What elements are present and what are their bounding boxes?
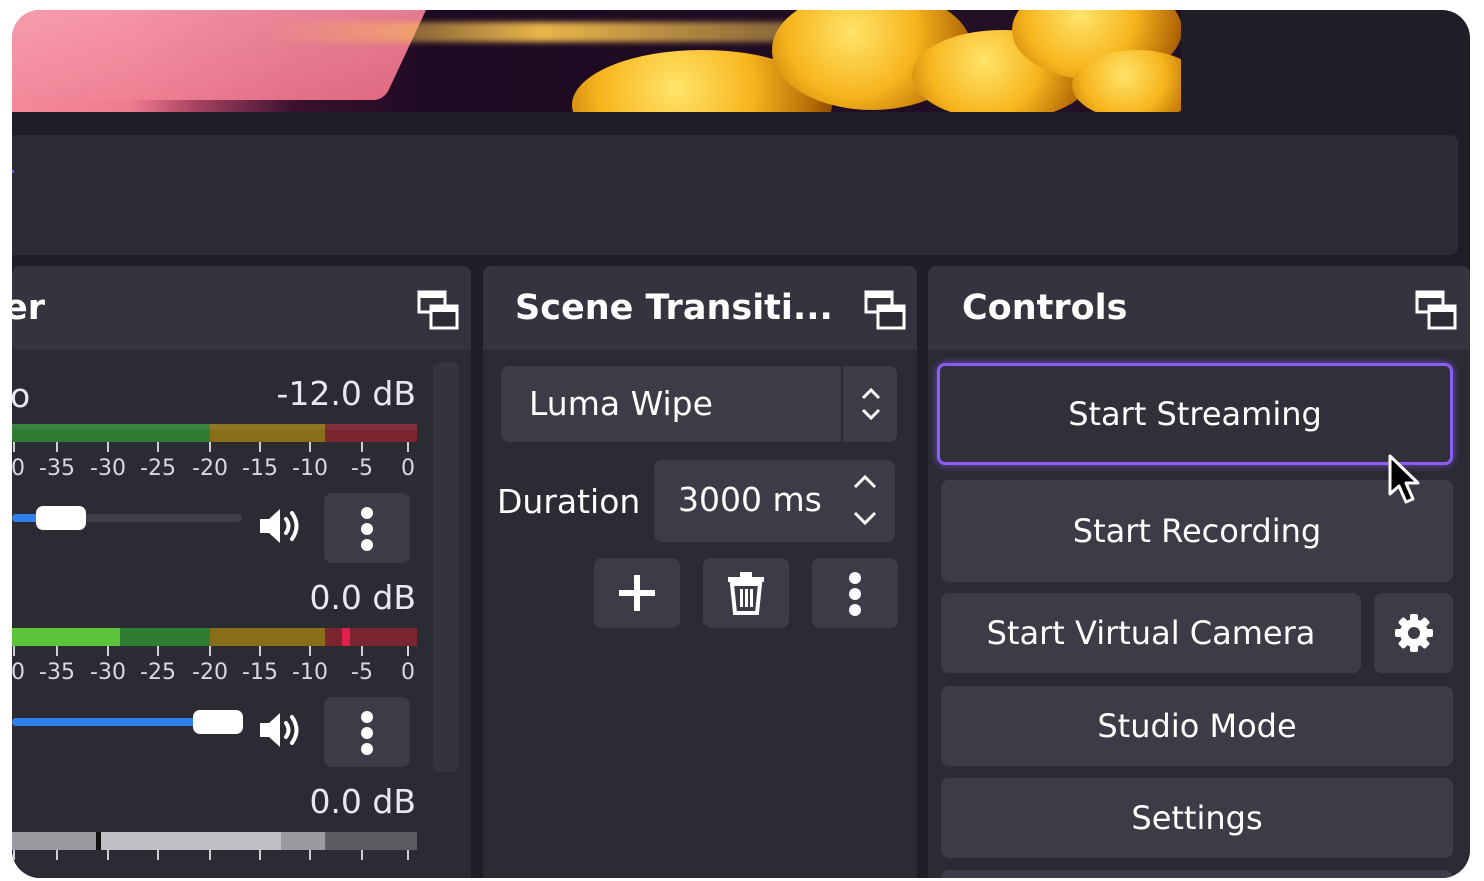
accent-line (12, 170, 14, 173)
duration-spinbox[interactable]: 3000 ms (654, 460, 895, 542)
mixer-scrollbar[interactable] (433, 362, 459, 772)
channel-db-value: -12.0 dB (276, 374, 416, 413)
scene-transitions-title: Scene Transiti... (515, 288, 833, 328)
start-recording-button[interactable]: Start Recording (941, 480, 1453, 582)
volume-meter (12, 424, 417, 442)
remove-transition-button[interactable] (703, 558, 789, 628)
exit-button-partial[interactable] (941, 870, 1453, 878)
channel-menu-button[interactable] (324, 697, 410, 767)
trash-icon (728, 572, 764, 615)
meter-ticks (13, 442, 409, 452)
chevron-up-icon[interactable] (850, 472, 880, 492)
volume-slider-fill (12, 718, 202, 726)
settings-button[interactable]: Settings (941, 778, 1453, 858)
meter-ticks (13, 850, 409, 860)
undock-icon[interactable] (863, 288, 907, 332)
volume-slider-handle[interactable] (36, 506, 86, 530)
meter-scale: 0 -35 -30 -25 -20 -15 -10 -5 0 (12, 660, 415, 685)
chevron-down-icon[interactable] (850, 508, 880, 528)
audio-mixer-header: er (12, 266, 471, 350)
controls-title: Controls (962, 288, 1128, 328)
controls-dock: Controls Start Streaming Start Recording… (928, 266, 1470, 878)
controls-header: Controls (928, 266, 1470, 350)
audio-mixer-title: er (12, 288, 45, 328)
start-streaming-button[interactable]: Start Streaming (937, 363, 1453, 465)
volume-meter (12, 832, 417, 850)
start-virtual-camera-button[interactable]: Start Virtual Camera (941, 593, 1361, 673)
duration-value: 3000 ms (678, 480, 822, 519)
speaker-icon[interactable] (258, 504, 306, 548)
undock-icon[interactable] (416, 288, 460, 332)
studio-mode-button[interactable]: Studio Mode (941, 686, 1453, 766)
duration-label: Duration (497, 482, 641, 521)
volume-slider-handle[interactable] (193, 710, 243, 734)
channel-menu-button[interactable] (324, 493, 410, 563)
obs-window: er o -12.0 dB 0 -35 -30 -25 -20 -15 -10 … (12, 10, 1470, 878)
channel-db-value: 0.0 dB (309, 782, 416, 821)
volume-meter (12, 628, 417, 646)
scene-transitions-dock: Scene Transiti... Luma Wipe Duration 300… (483, 266, 917, 878)
mouse-cursor-icon (1388, 454, 1420, 504)
gear-icon (1394, 614, 1433, 652)
add-transition-button[interactable] (594, 558, 680, 628)
scene-transitions-header: Scene Transiti... (483, 266, 917, 350)
undock-icon[interactable] (1414, 288, 1458, 332)
transition-select[interactable]: Luma Wipe (501, 366, 897, 442)
meter-ticks (13, 646, 409, 656)
transition-select-value: Luma Wipe (529, 384, 713, 423)
channel-db-value: 0.0 dB (309, 578, 416, 617)
speaker-icon[interactable] (258, 708, 306, 752)
meter-scale: 0 -35 -30 -25 -20 -15 -10 -5 0 (12, 456, 415, 481)
updown-chevron-icon (861, 387, 881, 421)
audio-mixer-dock: er o -12.0 dB 0 -35 -30 -25 -20 -15 -10 … (12, 266, 471, 878)
scene-panel-area (12, 135, 1458, 255)
virtual-camera-settings-button[interactable] (1374, 593, 1453, 673)
transition-menu-button[interactable] (812, 558, 898, 628)
plus-icon (619, 575, 655, 611)
channel-name: o (12, 376, 31, 415)
preview-image (12, 10, 1181, 112)
